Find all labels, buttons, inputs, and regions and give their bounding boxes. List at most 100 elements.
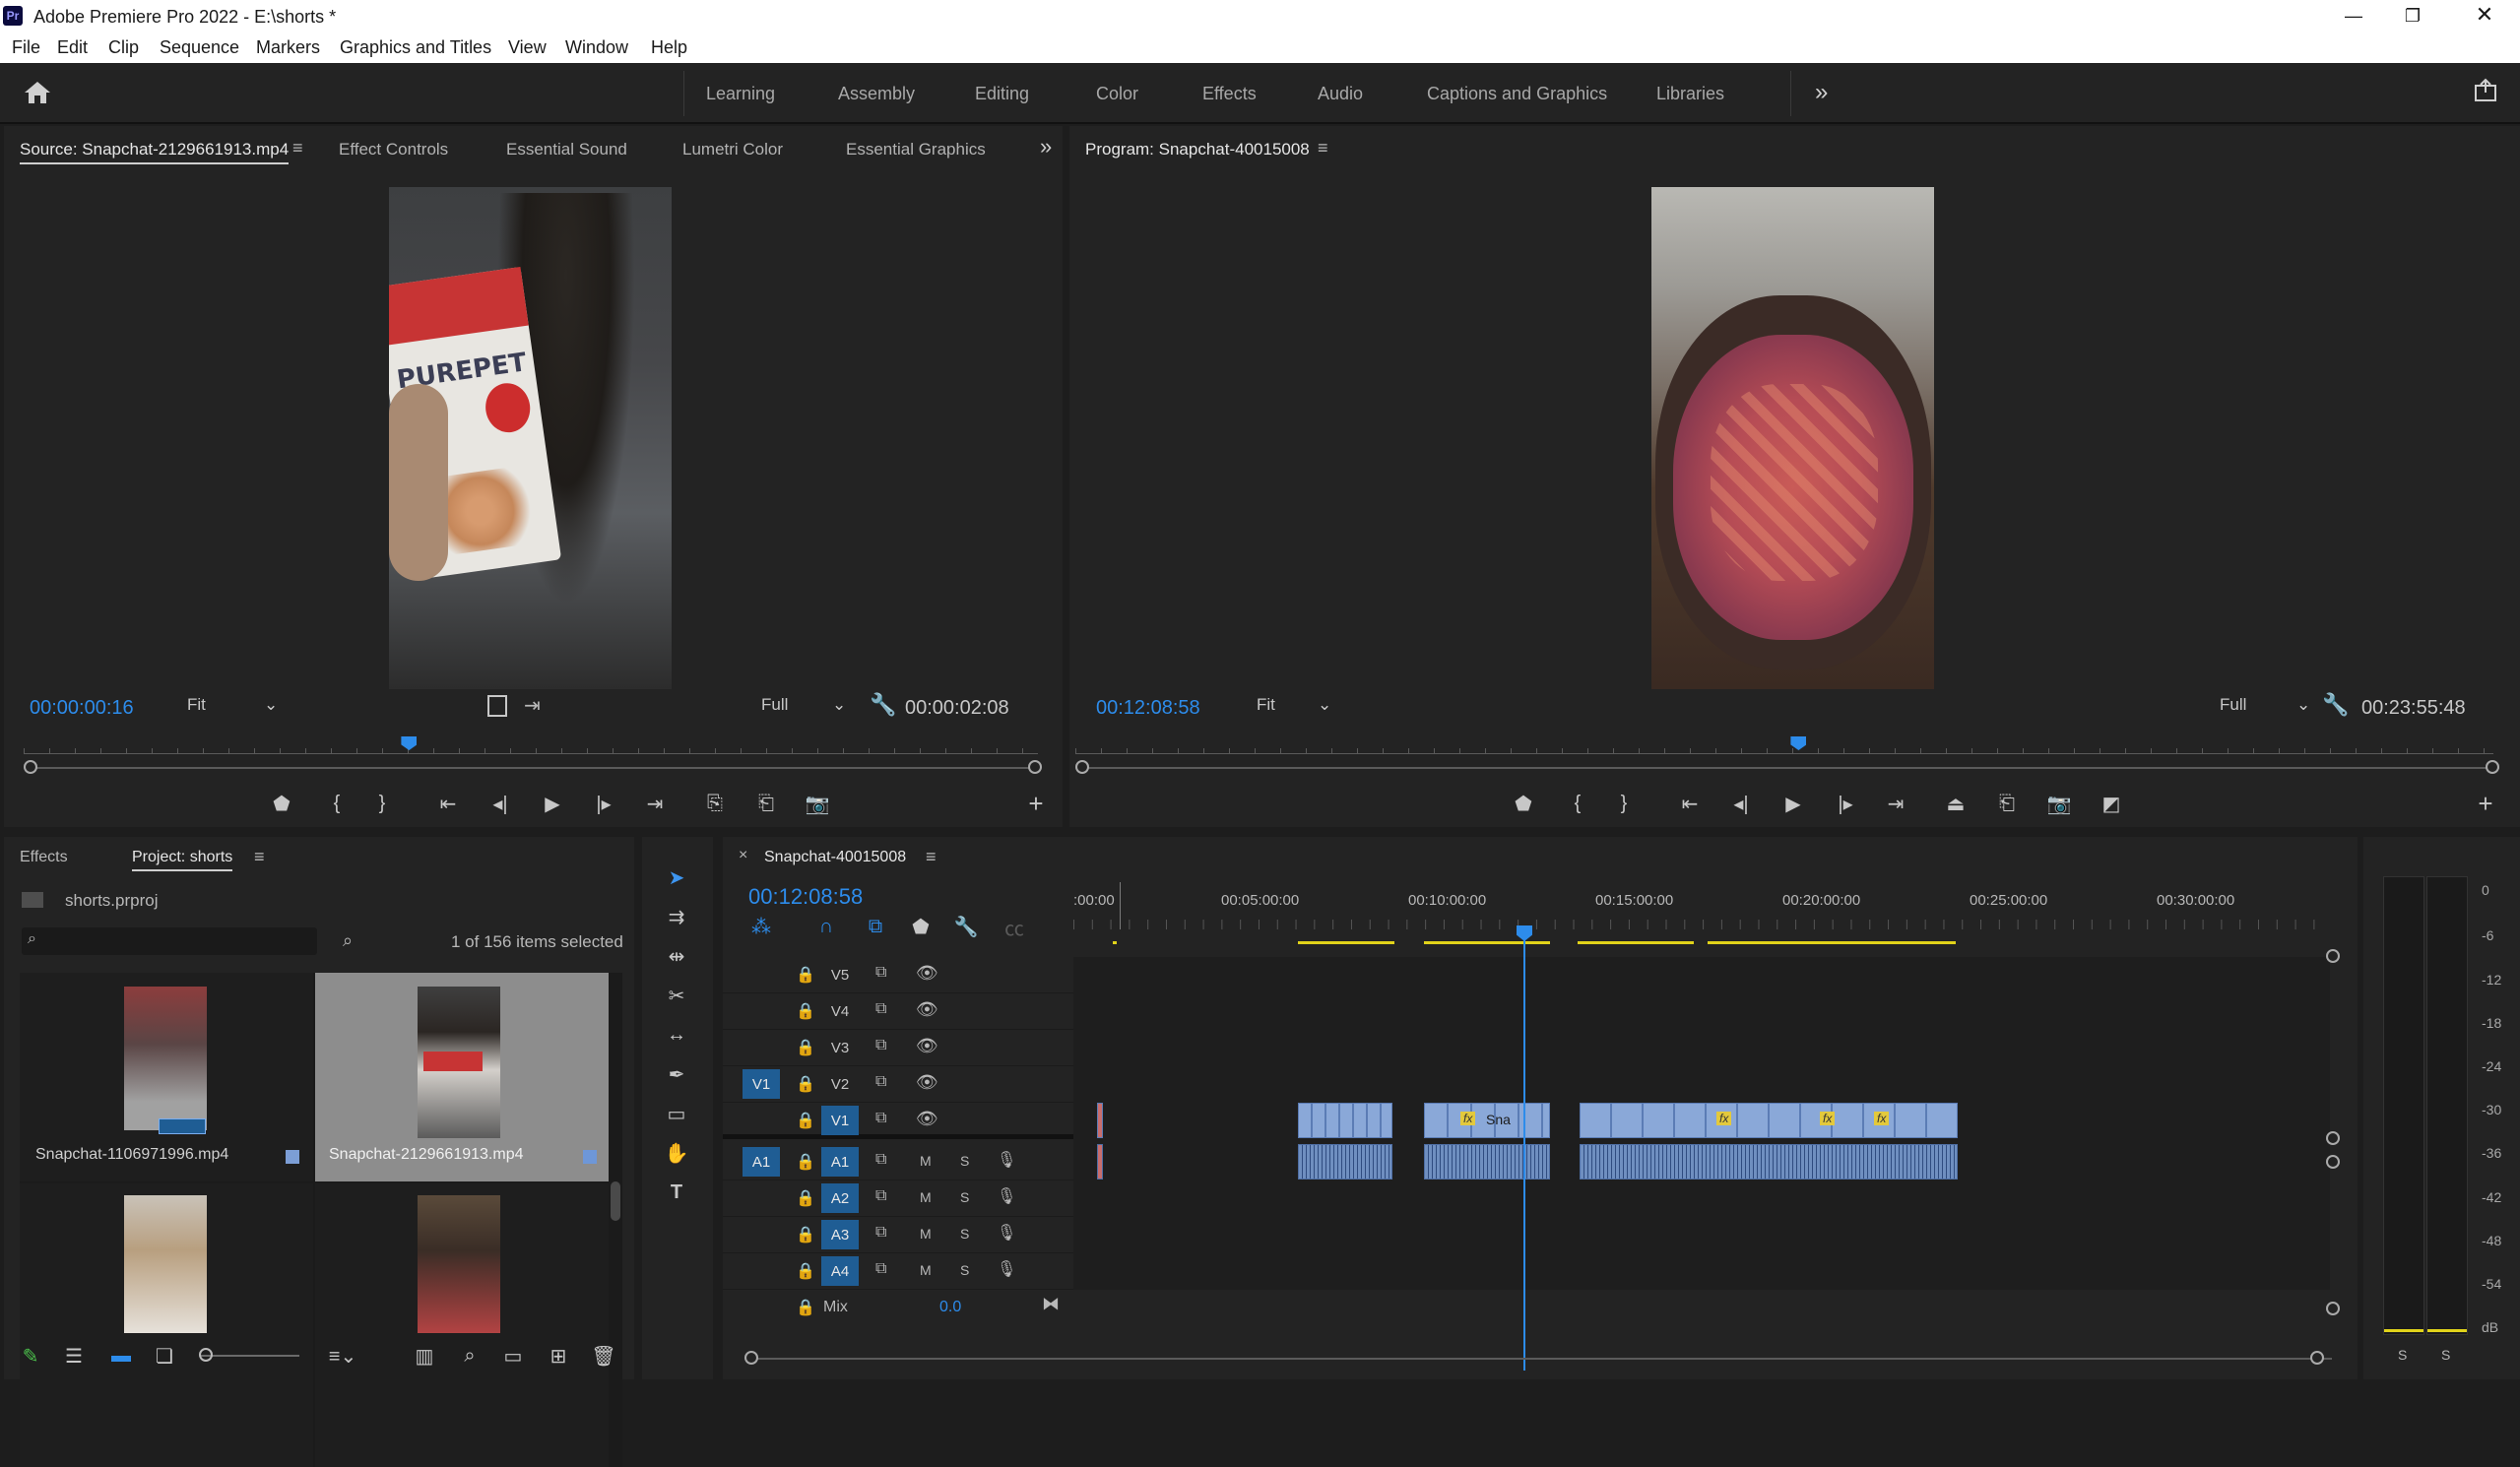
workspace-audio[interactable]: Audio	[1318, 84, 1363, 104]
ripple-edit-tool-icon[interactable]: ⇹	[660, 941, 693, 971]
work-area-bar[interactable]	[1708, 941, 1956, 944]
icon-view-icon[interactable]: ▬	[108, 1343, 134, 1369]
overwrite-icon[interactable]: ⎗	[752, 790, 780, 817]
new-search-bin-icon[interactable]: ⌕	[343, 930, 353, 951]
scroll-handle-right[interactable]	[2310, 1351, 2324, 1365]
slip-tool-icon[interactable]: ↔	[660, 1020, 693, 1050]
lock-icon[interactable]: 🔒	[796, 1111, 815, 1130]
camera-icon[interactable]: 📷	[2045, 790, 2073, 817]
lock-icon[interactable]: 🔒	[796, 1038, 815, 1057]
hand-tool-icon[interactable]: ✋	[660, 1138, 693, 1168]
tab-sequence[interactable]: Snapchat-40015008	[764, 849, 906, 869]
lock-icon[interactable]: 🔒	[796, 1188, 815, 1208]
source-patch-v1[interactable]: V1	[743, 1069, 780, 1099]
meter-solo-button[interactable]: S	[2441, 1347, 2450, 1363]
mark-out-icon[interactable]: }	[368, 790, 396, 817]
source-export-frame-icon[interactable]	[487, 695, 507, 717]
program-menu-icon[interactable]: ≡	[1318, 138, 1328, 159]
timeline-timecode[interactable]: 00:12:08:58	[748, 884, 863, 910]
play-icon[interactable]: ▶	[539, 790, 566, 817]
trash-icon[interactable]: 🗑	[591, 1343, 616, 1369]
track-label[interactable]: V3	[821, 1033, 859, 1062]
track-select-tool-icon[interactable]: ⇉	[660, 902, 693, 931]
audio-clip[interactable]	[1298, 1144, 1392, 1180]
audio-clip[interactable]	[1424, 1144, 1550, 1180]
tab-effect-controls[interactable]: Effect Controls	[339, 140, 448, 159]
lock-icon[interactable]: 🔒	[796, 1001, 815, 1021]
menu-clip[interactable]: Clip	[108, 37, 139, 58]
automate-sequence-icon[interactable]: ▥	[412, 1343, 437, 1369]
timeline-menu-icon[interactable]: ≡	[926, 847, 937, 867]
new-bin-icon[interactable]: ▭	[500, 1343, 526, 1369]
workspace-libraries[interactable]: Libraries	[1656, 84, 1724, 104]
sync-lock-icon[interactable]: ⧉	[875, 964, 886, 982]
workspace-learning[interactable]: Learning	[706, 84, 775, 104]
track-label[interactable]: V2	[821, 1069, 859, 1099]
project-scrollbar[interactable]	[611, 1181, 620, 1221]
menu-view[interactable]: View	[508, 37, 547, 58]
add-marker-icon[interactable]: ⬟	[268, 790, 295, 817]
work-area-bar[interactable]	[1578, 941, 1694, 944]
freeform-view-icon[interactable]: ❏	[152, 1343, 177, 1369]
source-zoom-select[interactable]: Fit ⌄	[187, 695, 282, 721]
timeline-settings-icon[interactable]: 🔧	[954, 916, 979, 938]
close-tab-icon[interactable]: ×	[739, 847, 747, 864]
eye-icon[interactable]: 👁	[916, 1109, 938, 1129]
list-item[interactable]	[20, 1183, 313, 1467]
sync-lock-icon[interactable]: ⧉	[875, 1037, 886, 1054]
nest-icon[interactable]: ⁂	[750, 916, 772, 938]
source-zoom-handle-left[interactable]	[24, 760, 37, 774]
workspace-effects[interactable]: Effects	[1202, 84, 1257, 104]
sort-icon[interactable]: ≡⌄	[323, 1343, 362, 1369]
solo-button[interactable]: S	[960, 1153, 969, 1169]
solo-button[interactable]: S	[960, 1226, 969, 1242]
mute-button[interactable]: M	[920, 1262, 932, 1278]
sync-lock-icon[interactable]: ⧉	[875, 1260, 886, 1278]
scroll-handle-left[interactable]	[744, 1351, 758, 1365]
program-resolution-select[interactable]: Full ⌄	[2220, 695, 2310, 721]
menu-help[interactable]: Help	[651, 37, 687, 58]
maximize-icon[interactable]: ❐	[2398, 4, 2427, 28]
add-marker-icon[interactable]: ⬟	[1510, 790, 1537, 817]
step-back-icon[interactable]: ◂|	[1727, 790, 1755, 817]
track-label[interactable]: V4	[821, 996, 859, 1026]
add-button-icon[interactable]: +	[2472, 789, 2499, 818]
program-settings-icon[interactable]: 🔧	[2322, 692, 2349, 718]
microphone-icon[interactable]: 🎙	[997, 1186, 1016, 1206]
audio-clip[interactable]	[1580, 1144, 1958, 1180]
program-timecode[interactable]: 00:12:08:58	[1096, 697, 1200, 720]
pen-tool-icon[interactable]: ✒	[660, 1059, 693, 1089]
project-menu-icon[interactable]: ≡	[254, 847, 265, 867]
meter-solo-button[interactable]: S	[2398, 1347, 2407, 1363]
minimize-icon[interactable]: —	[2339, 4, 2368, 28]
source-insert-icon[interactable]: ⇥	[524, 693, 541, 718]
type-tool-icon[interactable]: T	[660, 1178, 693, 1207]
mute-button[interactable]: M	[920, 1153, 932, 1169]
home-icon[interactable]	[22, 79, 55, 108]
menu-window[interactable]: Window	[565, 37, 628, 58]
vertical-zoom-handle[interactable]	[2326, 1302, 2340, 1315]
find-icon[interactable]: ⌕	[457, 1343, 483, 1369]
vertical-zoom-handle[interactable]	[2326, 949, 2340, 963]
eye-icon[interactable]: 👁	[916, 1036, 938, 1056]
work-area-bar[interactable]	[1113, 941, 1117, 944]
sync-lock-icon[interactable]: ⧉	[875, 1000, 886, 1018]
lock-icon[interactable]: 🔒	[796, 1074, 815, 1094]
track-label[interactable]: V1	[821, 1106, 859, 1135]
step-back-icon[interactable]: ◂|	[486, 790, 514, 817]
program-time-ruler[interactable]	[1075, 740, 2493, 754]
workspace-color[interactable]: Color	[1096, 84, 1138, 104]
mark-in-icon[interactable]: {	[1564, 790, 1591, 817]
program-title[interactable]: Program: Snapchat-40015008	[1085, 140, 1310, 162]
add-marker-icon[interactable]: ⬟	[910, 916, 932, 938]
rectangle-tool-icon[interactable]: ▭	[660, 1099, 693, 1128]
track-label[interactable]: A4	[821, 1256, 859, 1286]
tab-lumetri-color[interactable]: Lumetri Color	[682, 140, 783, 159]
lock-icon[interactable]: 🔒	[796, 1152, 815, 1172]
program-zoom-handle-right[interactable]	[2486, 760, 2499, 774]
menu-graphics-titles[interactable]: Graphics and Titles	[340, 37, 491, 58]
lock-icon[interactable]: 🔒	[796, 1261, 815, 1281]
selection-tool-icon[interactable]: ➤	[660, 862, 693, 892]
step-forward-icon[interactable]: |▸	[590, 790, 617, 817]
project-search-input[interactable]: ⌕	[22, 927, 317, 955]
